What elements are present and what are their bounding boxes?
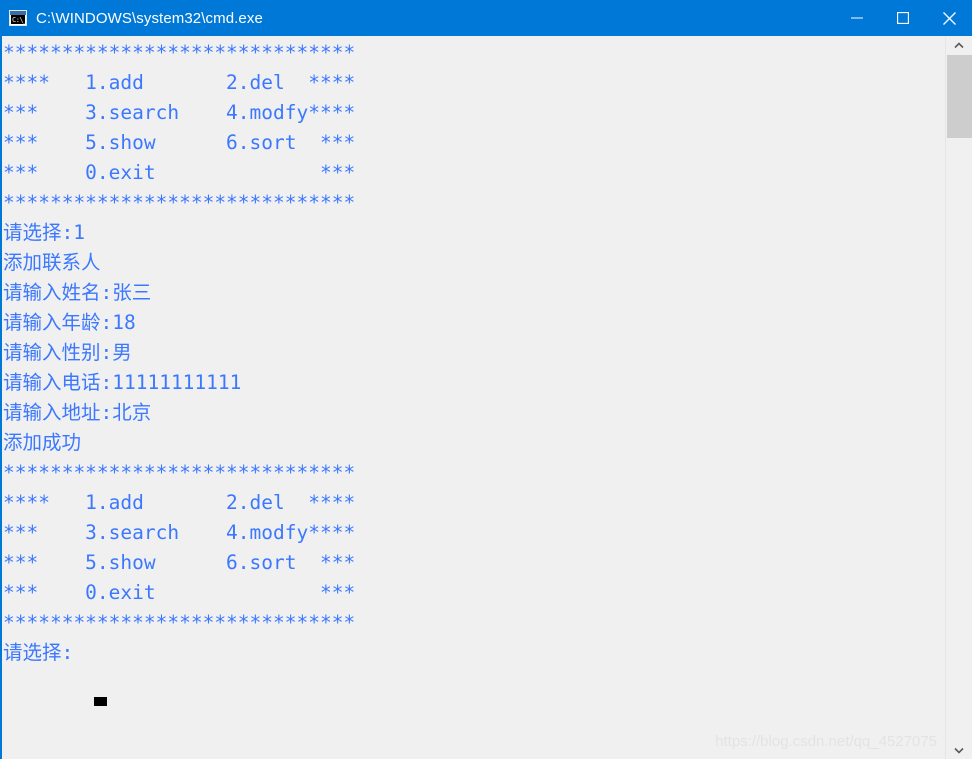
- watermark: https://blog.csdn.net/qq_4527075: [715, 733, 937, 750]
- window-title: C:\WINDOWS\system32\cmd.exe: [36, 9, 263, 27]
- cmd-exe-icon: C:\_: [9, 10, 27, 26]
- title-bar[interactable]: C:\_ C:\WINDOWS\system32\cmd.exe: [0, 0, 972, 36]
- maximize-button[interactable]: [880, 0, 926, 36]
- cmd-icon-prompt: C:\_: [11, 15, 25, 24]
- close-icon: [942, 11, 956, 25]
- console-output-area[interactable]: ****************************** **** 1.ad…: [0, 36, 945, 759]
- close-button[interactable]: [926, 0, 972, 36]
- scroll-down-button[interactable]: [946, 741, 972, 759]
- maximize-icon: [897, 12, 909, 24]
- scrollbar-track[interactable]: [947, 54, 972, 741]
- scrollbar-thumb[interactable]: [947, 55, 972, 138]
- text-cursor: [94, 697, 107, 706]
- scroll-up-button[interactable]: [946, 36, 972, 54]
- cmd-window: C:\_ C:\WINDOWS\system32\cmd.exe: [0, 0, 972, 759]
- minimize-icon: [851, 17, 863, 19]
- chevron-up-icon: [954, 41, 964, 48]
- minimize-button[interactable]: [834, 0, 880, 36]
- console-text: ****************************** **** 1.ad…: [3, 41, 356, 664]
- chevron-down-icon: [954, 747, 964, 754]
- vertical-scrollbar[interactable]: [945, 36, 972, 759]
- window-controls: [834, 0, 972, 36]
